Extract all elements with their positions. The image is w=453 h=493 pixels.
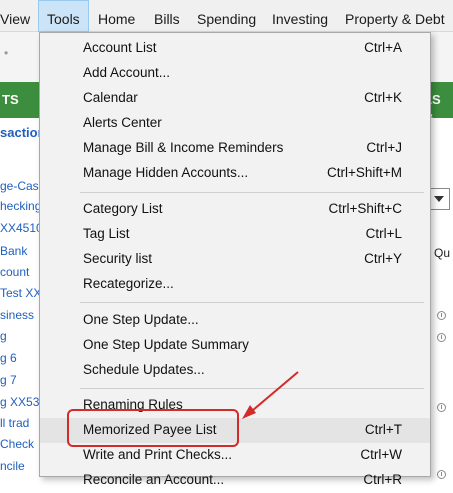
annotation-arrow-icon (242, 371, 299, 419)
